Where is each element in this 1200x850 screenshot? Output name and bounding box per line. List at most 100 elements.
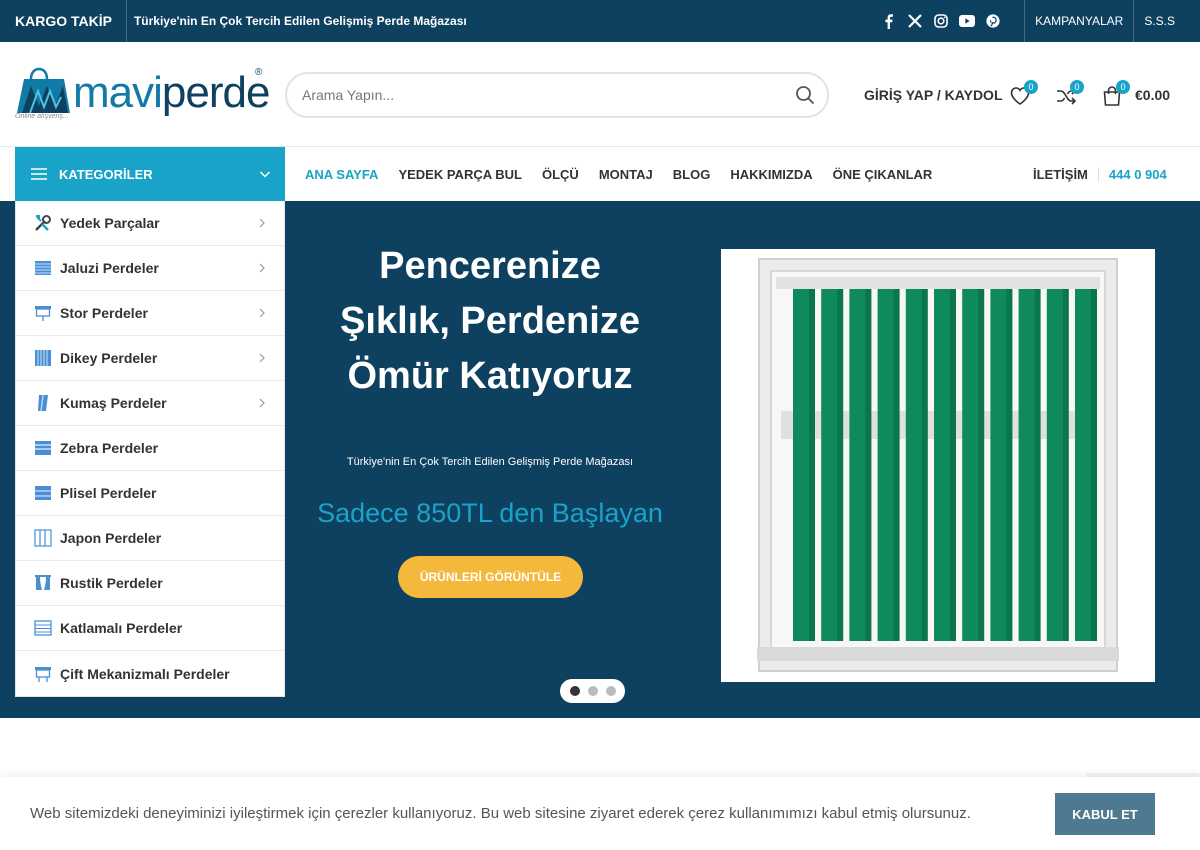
vertical-blind-illustration: [721, 249, 1155, 682]
category-label: Katlamalı Perdeler: [60, 620, 183, 636]
double-roller-icon: [34, 665, 52, 683]
accept-cookies-button[interactable]: KABUL ET: [1055, 793, 1155, 835]
tools-icon: [34, 214, 52, 232]
menu-about[interactable]: HAKKIMIZDA: [730, 167, 812, 182]
cookie-message: Web sitemizdeki deneyiminizi iyileştirme…: [30, 805, 971, 822]
chevron-down-icon: [259, 171, 271, 178]
category-label: Dikey Perdeler: [60, 350, 158, 366]
folding-blind-icon: [34, 619, 52, 637]
categories-label: KATEGORİLER: [59, 166, 153, 182]
category-label: Yedek Parçalar: [60, 215, 160, 231]
category-cift-mekanizmali[interactable]: Çift Mekanizmalı Perdeler: [16, 651, 284, 696]
hero-headline-line-2: Şıklık, Perdenize: [340, 300, 640, 342]
blind-slat-shadow: [1062, 289, 1069, 641]
category-plisel[interactable]: Plisel Perdeler: [16, 471, 284, 516]
blind-slat-shadow: [978, 289, 985, 641]
menu-installation[interactable]: MONTAJ: [599, 167, 653, 182]
category-jaluzi[interactable]: Jaluzi Perdeler: [16, 246, 284, 291]
instagram-icon[interactable]: [932, 13, 949, 30]
slider-dot-2[interactable]: [587, 686, 598, 696]
search-input[interactable]: [302, 87, 772, 103]
blind-slat-shadow: [1006, 289, 1013, 641]
pleated-blind-icon: [34, 484, 52, 502]
blind-slat-shadow: [865, 289, 872, 641]
menu-home[interactable]: ANA SAYFA: [305, 167, 378, 182]
chevron-right-icon: [259, 308, 265, 318]
pinterest-icon[interactable]: [984, 13, 1001, 30]
category-label: Plisel Perdeler: [60, 485, 157, 501]
wishlist-count-badge: 0: [1024, 80, 1038, 94]
chevron-right-icon: [259, 353, 265, 363]
search-bar: [285, 72, 829, 118]
fabric-curtain-icon: [34, 394, 52, 412]
search-icon[interactable]: [795, 85, 815, 105]
social-links: [880, 0, 1001, 42]
blind-slat-shadow: [1091, 289, 1097, 641]
blind-slat-shadow: [837, 289, 844, 641]
view-products-button[interactable]: ÜRÜNLERİ GÖRÜNTÜLE: [398, 556, 583, 598]
site-header: maviperde ® Online alışveriş... GİRİŞ YA…: [0, 42, 1200, 147]
compare-count-badge: 0: [1070, 80, 1084, 94]
menu-measure[interactable]: ÖLÇÜ: [542, 167, 579, 182]
category-label: Çift Mekanizmalı Perdeler: [60, 665, 230, 682]
youtube-icon[interactable]: [958, 13, 975, 30]
category-yedek-parcalar[interactable]: Yedek Parçalar: [16, 201, 284, 246]
category-katlamali[interactable]: Katlamalı Perdeler: [16, 606, 284, 651]
vertical-blind-icon: [34, 349, 52, 367]
phone-number[interactable]: 444 0 904: [1099, 167, 1167, 182]
category-rustik[interactable]: Rustik Perdeler: [16, 561, 284, 606]
hero-subtitle: Türkiye'nin En Çok Tercih Edilen Gelişmi…: [346, 456, 634, 468]
cart-total[interactable]: €0.00: [1135, 87, 1170, 103]
chevron-right-icon: [259, 398, 265, 408]
contact-area: İLETİŞİM 444 0 904: [1033, 147, 1167, 201]
hero-headline-line-1: Pencerenize: [379, 245, 601, 287]
menu-links: ANA SAYFA YEDEK PARÇA BUL ÖLÇÜ MONTAJ BL…: [305, 147, 932, 201]
blind-slat-shadow: [809, 289, 815, 641]
x-icon[interactable]: [906, 13, 923, 30]
category-label: Japon Perdeler: [60, 530, 162, 546]
hero-price: Sadece 850TL den Başlayan: [317, 498, 663, 528]
cart-count-badge: 0: [1116, 80, 1130, 94]
slider-dot-3[interactable]: [605, 686, 616, 696]
categories-toggle[interactable]: KATEGORİLER: [15, 147, 285, 201]
logo-wordmark: maviperde: [73, 68, 271, 117]
category-dikey[interactable]: Dikey Perdeler: [16, 336, 284, 381]
category-zebra[interactable]: Zebra Perdeler: [16, 426, 284, 471]
hero-headline: Pencerenize Şıklık, Perdenize Ömür Katıy…: [300, 239, 680, 404]
cookie-banner: Web sitemizdeki deneyiminizi iyileştirme…: [0, 777, 1200, 850]
site-logo[interactable]: maviperde ® Online alışveriş...: [15, 67, 271, 123]
category-stor[interactable]: Stor Perdeler: [16, 291, 284, 336]
logo-word-perde: perde: [161, 68, 271, 117]
login-register-link[interactable]: GİRİŞ YAP / KAYDOL: [864, 87, 1003, 103]
category-label: Rustik Perdeler: [60, 575, 163, 591]
category-label: Jaluzi Perdeler: [60, 260, 159, 276]
category-label: Stor Perdeler: [60, 305, 148, 321]
menu-spare-parts[interactable]: YEDEK PARÇA BUL: [398, 167, 522, 182]
zebra-blind-icon: [34, 439, 52, 457]
category-japon[interactable]: Japon Perdeler: [16, 516, 284, 561]
slider-dot-1[interactable]: [569, 686, 580, 696]
main-navigation: KATEGORİLER ANA SAYFA YEDEK PARÇA BUL ÖL…: [0, 147, 1200, 201]
hero-headline-line-3: Ömür Katıyoruz: [347, 355, 633, 397]
blind-slat-shadow: [921, 289, 928, 641]
category-label: Kumaş Perdeler: [60, 395, 167, 411]
chevron-right-icon: [259, 218, 265, 228]
logo-registered: ®: [255, 67, 263, 78]
category-kumas[interactable]: Kumaş Perdeler: [16, 381, 284, 426]
japanese-panel-icon: [34, 529, 52, 547]
faq-link[interactable]: S.S.S: [1133, 0, 1185, 42]
menu-featured[interactable]: ÖNE ÇIKANLAR: [833, 167, 933, 182]
logo-bag-icon: [17, 67, 70, 114]
campaigns-link[interactable]: KAMPANYALAR: [1024, 0, 1133, 42]
rustic-curtain-icon: [34, 574, 52, 592]
menu-blog[interactable]: BLOG: [673, 167, 711, 182]
cargo-tracking-link[interactable]: KARGO TAKİP: [0, 0, 127, 42]
facebook-icon[interactable]: [880, 13, 897, 30]
hamburger-icon: [31, 168, 47, 180]
contact-link[interactable]: İLETİŞİM: [1033, 166, 1099, 182]
slider-dots: [560, 679, 625, 703]
logo-slogan: Online alışveriş...: [15, 113, 69, 120]
chevron-right-icon: [259, 263, 265, 273]
top-bar: KARGO TAKİP Türkiye'nin En Çok Tercih Ed…: [0, 0, 1200, 42]
logo-word-mavi: mavi: [73, 68, 163, 117]
